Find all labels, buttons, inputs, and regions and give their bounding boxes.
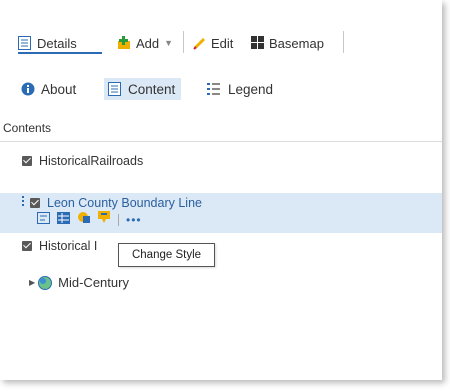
basemap-grid-icon [251,36,264,49]
attribute-table-icon[interactable] [57,211,70,229]
panel-tabs: About Content Legend [0,78,442,100]
tool-divider [118,214,119,226]
edit-button[interactable]: Edit [193,34,233,52]
divider [0,141,442,142]
layer-group-item[interactable]: ▶ Mid-Century [29,275,442,290]
toolbar-divider [343,31,344,53]
basemap-button[interactable]: Basemap [251,34,324,52]
globe-icon [38,275,53,290]
layer-tools: ••• [37,211,149,229]
drag-handle-icon[interactable] [22,196,26,210]
info-icon [21,82,35,96]
layer-visibility-checkbox[interactable] [30,198,40,208]
layer-item[interactable]: Leon County Boundary Line [30,196,442,210]
layer-group-name: Mid-Century [58,275,129,290]
add-icon [118,36,130,49]
map-viewer-panel: Details Add ▼ Edit Basemap About Content… [0,0,442,380]
layer-item[interactable]: HistoricalRailroads [22,154,442,168]
details-label: Details [37,35,77,51]
change-style-icon[interactable] [77,211,91,229]
toolbar: Details Add ▼ Edit Basemap [0,0,442,70]
tab-legend-label: Legend [228,81,274,97]
layer-name: Leon County Boundary Line [47,196,202,210]
details-icon [18,36,31,50]
configure-popup-icon[interactable] [98,211,111,229]
tab-about-label: About [41,81,77,97]
legend-icon [207,83,220,95]
filter-icon[interactable] [37,211,50,229]
layer-item[interactable]: Historical I [22,239,442,253]
chevron-down-icon: ▼ [164,38,174,48]
tab-content[interactable]: Content [104,78,182,100]
add-label: Add [136,35,160,51]
details-button[interactable]: Details [18,34,77,52]
expand-triangle-icon[interactable]: ▶ [29,278,35,287]
add-button[interactable]: Add ▼ [116,34,173,52]
tab-content-label: Content [128,81,176,97]
layer-visibility-checkbox[interactable] [22,241,32,251]
details-active-indicator [18,52,102,54]
toolbar-divider [183,31,184,53]
tab-about[interactable]: About [21,78,76,100]
content-list-icon [108,82,121,96]
contents-heading: Contents [3,121,52,135]
basemap-label: Basemap [269,35,324,51]
pencil-icon [193,37,206,50]
more-options-icon[interactable]: ••• [126,213,142,227]
tooltip-text: Change Style [131,249,202,261]
layer-visibility-checkbox[interactable] [22,156,32,166]
layer-name: HistoricalRailroads [39,154,144,168]
edit-label: Edit [211,35,234,51]
layer-name: Historical I [39,239,98,253]
tooltip: Change Style [118,243,215,267]
tab-legend[interactable]: Legend [207,78,273,100]
